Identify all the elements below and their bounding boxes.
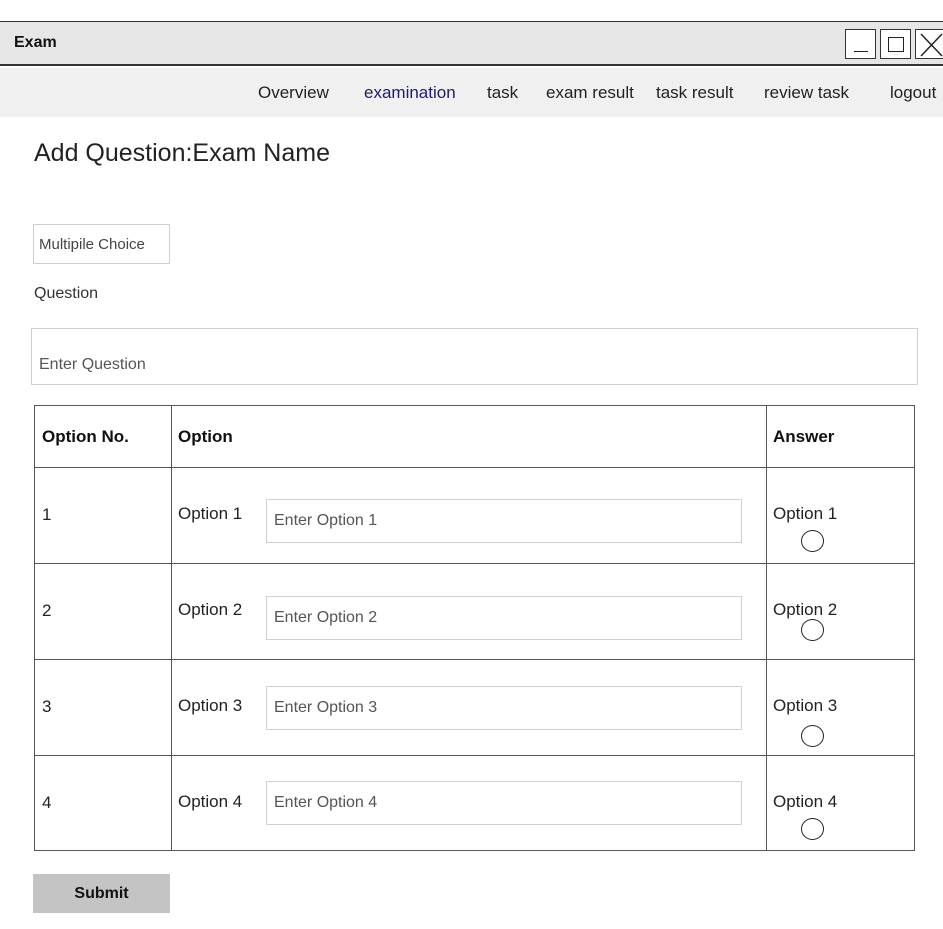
- nav-item-overview[interactable]: Overview: [258, 83, 329, 103]
- table-divider: [35, 467, 914, 468]
- table-divider: [766, 406, 767, 850]
- table-divider: [171, 406, 172, 850]
- option-label: Option 2: [178, 600, 243, 619]
- window-titlebar: Exam: [0, 21, 943, 66]
- option-label: Option 4: [178, 792, 243, 811]
- nav-item-review-task[interactable]: review task: [764, 83, 849, 103]
- page-title: Add Question:Exam Name: [34, 139, 330, 167]
- close-icon: [920, 33, 943, 57]
- top-nav: Overview examination task exam result ta…: [0, 68, 943, 117]
- radio-unchecked-icon[interactable]: [801, 530, 824, 552]
- table-divider: [35, 659, 914, 660]
- minimize-button[interactable]: [845, 29, 876, 59]
- radio-unchecked-icon[interactable]: [801, 818, 824, 840]
- answer-label: Option 4: [773, 792, 838, 811]
- column-header-option: Option: [178, 427, 233, 446]
- option-input-4[interactable]: [266, 781, 742, 825]
- question-type-select[interactable]: Multipile Choice: [33, 224, 170, 264]
- nav-item-task-result[interactable]: task result: [656, 83, 733, 103]
- option-input-1[interactable]: [266, 499, 742, 543]
- radio-unchecked-icon[interactable]: [801, 725, 824, 747]
- nav-item-logout[interactable]: logout: [890, 83, 936, 103]
- answer-label: Option 2: [773, 600, 838, 619]
- answer-label: Option 1: [773, 504, 838, 523]
- radio-unchecked-icon[interactable]: [801, 619, 824, 641]
- option-input-2[interactable]: [266, 596, 742, 640]
- column-header-answer: Answer: [773, 427, 835, 446]
- question-label: Question: [34, 285, 99, 302]
- nav-item-examination[interactable]: examination: [364, 83, 456, 103]
- options-table: Option No. Option Answer 1 Option 1 Opti…: [34, 405, 915, 851]
- minimize-icon: [854, 50, 868, 52]
- option-number: 3: [42, 697, 52, 716]
- table-divider: [35, 563, 914, 564]
- option-number: 4: [42, 793, 52, 812]
- table-divider: [35, 755, 914, 756]
- maximize-icon: [888, 37, 904, 52]
- close-button[interactable]: [915, 29, 943, 59]
- window-title: Exam: [14, 34, 57, 51]
- nav-item-task[interactable]: task: [487, 83, 518, 103]
- option-input-3[interactable]: [266, 686, 742, 730]
- option-label: Option 1: [178, 504, 243, 523]
- submit-button[interactable]: Submit: [33, 874, 170, 913]
- nav-item-exam-result[interactable]: exam result: [546, 83, 634, 103]
- option-number: 1: [42, 505, 52, 524]
- option-label: Option 3: [178, 696, 243, 715]
- maximize-button[interactable]: [880, 29, 911, 59]
- option-number: 2: [42, 601, 52, 620]
- question-input[interactable]: [31, 328, 918, 385]
- column-header-option-no: Option No.: [42, 427, 129, 446]
- answer-label: Option 3: [773, 696, 838, 715]
